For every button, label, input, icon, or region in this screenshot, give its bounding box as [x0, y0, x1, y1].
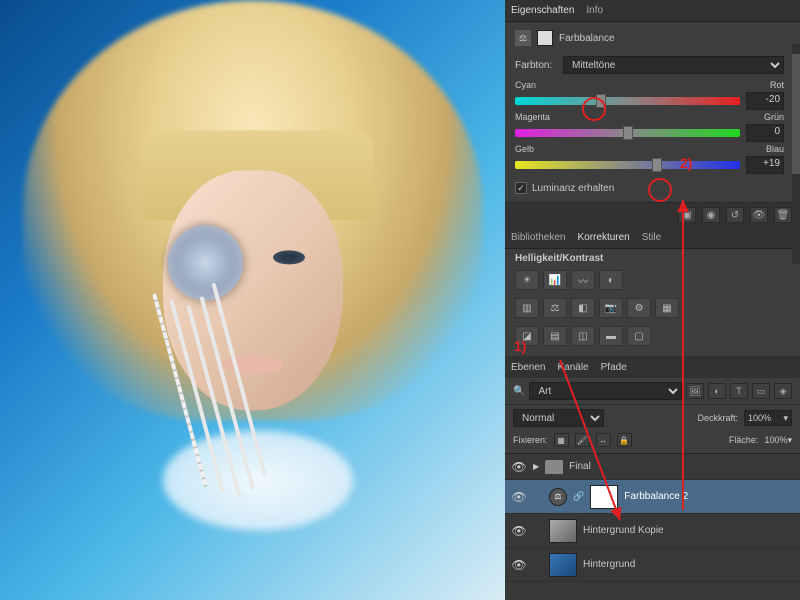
layer-hintergrund-kopie[interactable]: 👁 Hintergrund Kopie — [505, 514, 800, 548]
adjustments-grid: ☀ 📊 〰 ◐ ▥ ⚖ ◧ 📷 ⚙ ▦ ◪ ▤ ◫ ▬ ▢ — [505, 264, 800, 356]
blend-mode-select[interactable]: Normal — [513, 409, 604, 427]
selective-color-icon[interactable]: ▢ — [627, 326, 651, 346]
channel-mixer-icon[interactable]: ⚙ — [627, 298, 651, 318]
magenta-label: Magenta — [515, 112, 550, 122]
properties-scrollbar[interactable] — [792, 44, 800, 264]
lock-label: Fixieren: — [513, 435, 548, 445]
filter-smart-icon[interactable]: ◈ — [774, 383, 792, 399]
lock-position-icon[interactable]: ↔ — [596, 433, 611, 447]
trash-icon[interactable]: 🗑 — [774, 207, 792, 223]
preserve-luminosity-label: Luminanz erhalten — [532, 183, 614, 194]
lock-all-icon[interactable]: 🔒 — [617, 433, 632, 447]
layer-farbbalance-2[interactable]: 👁 ⚖ 🔗 Farbbalance 2 — [505, 480, 800, 514]
rot-label: Rot — [770, 80, 784, 90]
layer-list: 👁 ▶ Final 👁 ⚖ 🔗 Farbbalance 2 👁 Hintergr… — [505, 453, 800, 600]
properties-tabs: Eigenschaften Info — [505, 0, 800, 22]
blau-label: Blau — [766, 144, 784, 154]
layer-name: Hintergrund — [583, 559, 635, 570]
properties-body: ⚖ Farbbalance Farbton: Mitteltöne Cyan R… — [505, 22, 800, 202]
threshold-icon[interactable]: ◫ — [571, 326, 595, 346]
filter-pixel-icon[interactable]: 🖼 — [686, 383, 704, 399]
filter-type-icon[interactable]: T — [730, 383, 748, 399]
brightness-contrast-icon[interactable]: ☀ — [515, 270, 539, 290]
opacity-value[interactable]: 100%▾ — [744, 410, 792, 426]
layer-mask-thumbnail[interactable] — [590, 485, 618, 509]
tab-bibliotheken[interactable]: Bibliotheken — [511, 232, 565, 243]
toggle-visibility-icon[interactable]: 👁 — [750, 207, 768, 223]
magenta-green-slider[interactable] — [515, 129, 740, 137]
visibility-icon[interactable]: 👁 — [511, 558, 527, 572]
link-icon[interactable]: 🔗 — [573, 491, 584, 502]
layers-panel: Ebenen Kanäle Pfade 🔍 Art 🖼 ◐ T ▭ ◈ Norm… — [505, 356, 800, 600]
layer-hintergrund[interactable]: 👁 Hintergrund — [505, 548, 800, 582]
color-balance-adj-icon[interactable]: ⚖ — [543, 298, 567, 318]
yellow-blue-slider[interactable] — [515, 161, 740, 169]
mask-icon[interactable] — [537, 30, 553, 46]
tone-label: Farbton: — [515, 60, 557, 71]
gelb-label: Gelb — [515, 144, 534, 154]
fill-value[interactable]: 100%▾ — [764, 435, 792, 446]
adjustment-layer-icon: ⚖ — [549, 488, 567, 506]
cyan-red-value[interactable]: -20 — [746, 92, 784, 110]
reset-icon[interactable]: ↺ — [726, 207, 744, 223]
posterize-icon[interactable]: ▤ — [543, 326, 567, 346]
filter-shape-icon[interactable]: ▭ — [752, 383, 770, 399]
invert-icon[interactable]: ◪ — [515, 326, 539, 346]
preserve-luminosity-checkbox[interactable]: ✓ Luminanz erhalten — [515, 182, 784, 194]
layer-thumbnail[interactable] — [549, 519, 577, 543]
tab-korrekturen[interactable]: Korrekturen — [577, 232, 629, 243]
properties-footer: ▣ ◉ ↺ 👁 🗑 — [505, 202, 800, 227]
visibility-icon[interactable]: 👁 — [511, 524, 527, 538]
color-lookup-icon[interactable]: ▦ — [655, 298, 679, 318]
cyan-red-slider[interactable] — [515, 97, 740, 105]
filter-adj-icon[interactable]: ◐ — [708, 383, 726, 399]
cyan-label: Cyan — [515, 80, 536, 90]
lock-transparent-icon[interactable]: ▦ — [554, 433, 569, 447]
yellow-blue-value[interactable]: +19 — [746, 156, 784, 174]
layer-group-final[interactable]: 👁 ▶ Final — [505, 454, 800, 480]
tab-eigenschaften[interactable]: Eigenschaften — [511, 5, 574, 16]
visibility-icon[interactable]: 👁 — [511, 490, 527, 504]
gradient-map-icon[interactable]: ▬ — [599, 326, 623, 346]
adjustment-name: Farbbalance — [559, 33, 615, 44]
tab-pfade[interactable]: Pfade — [601, 362, 627, 373]
adjustments-subtitle: Helligkeit/Kontrast — [505, 249, 800, 264]
lock-paint-icon[interactable]: 🖌 — [575, 433, 590, 447]
opacity-label: Deckkraft: — [698, 413, 739, 423]
layer-thumbnail[interactable] — [549, 553, 577, 577]
photo-filter-icon[interactable]: 📷 — [599, 298, 623, 318]
tone-select[interactable]: Mitteltöne — [563, 56, 784, 74]
layer-filter-select[interactable]: Art — [529, 382, 682, 400]
expand-icon[interactable]: ▶ — [533, 462, 539, 471]
vibrance-icon[interactable]: ▥ — [515, 298, 539, 318]
magenta-green-value[interactable]: 0 — [746, 124, 784, 142]
right-panels: Eigenschaften Info ⚖ Farbbalance Farbton… — [505, 0, 800, 600]
tab-info[interactable]: Info — [586, 5, 603, 16]
adjustments-tabs: Bibliotheken Korrekturen Stile — [505, 227, 800, 249]
composited-image — [63, 50, 443, 570]
levels-icon[interactable]: 📊 — [543, 270, 567, 290]
view-previous-icon[interactable]: ◉ — [702, 207, 720, 223]
layer-name: Final — [569, 461, 591, 472]
tab-kanaele[interactable]: Kanäle — [557, 362, 588, 373]
black-white-icon[interactable]: ◧ — [571, 298, 595, 318]
exposure-icon[interactable]: ◐ — [599, 270, 623, 290]
gruen-label: Grün — [764, 112, 784, 122]
clip-to-layer-icon[interactable]: ▣ — [678, 207, 696, 223]
tab-ebenen[interactable]: Ebenen — [511, 362, 545, 373]
color-balance-icon: ⚖ — [515, 30, 531, 46]
visibility-icon[interactable]: 👁 — [511, 460, 527, 474]
canvas-viewport[interactable] — [0, 0, 505, 600]
folder-icon — [545, 460, 563, 474]
tab-stile[interactable]: Stile — [642, 232, 661, 243]
fill-label: Fläche: — [729, 435, 759, 445]
curves-icon[interactable]: 〰 — [571, 270, 595, 290]
check-icon: ✓ — [515, 182, 527, 194]
layer-name: Hintergrund Kopie — [583, 525, 664, 536]
layer-name: Farbbalance 2 — [624, 491, 688, 502]
